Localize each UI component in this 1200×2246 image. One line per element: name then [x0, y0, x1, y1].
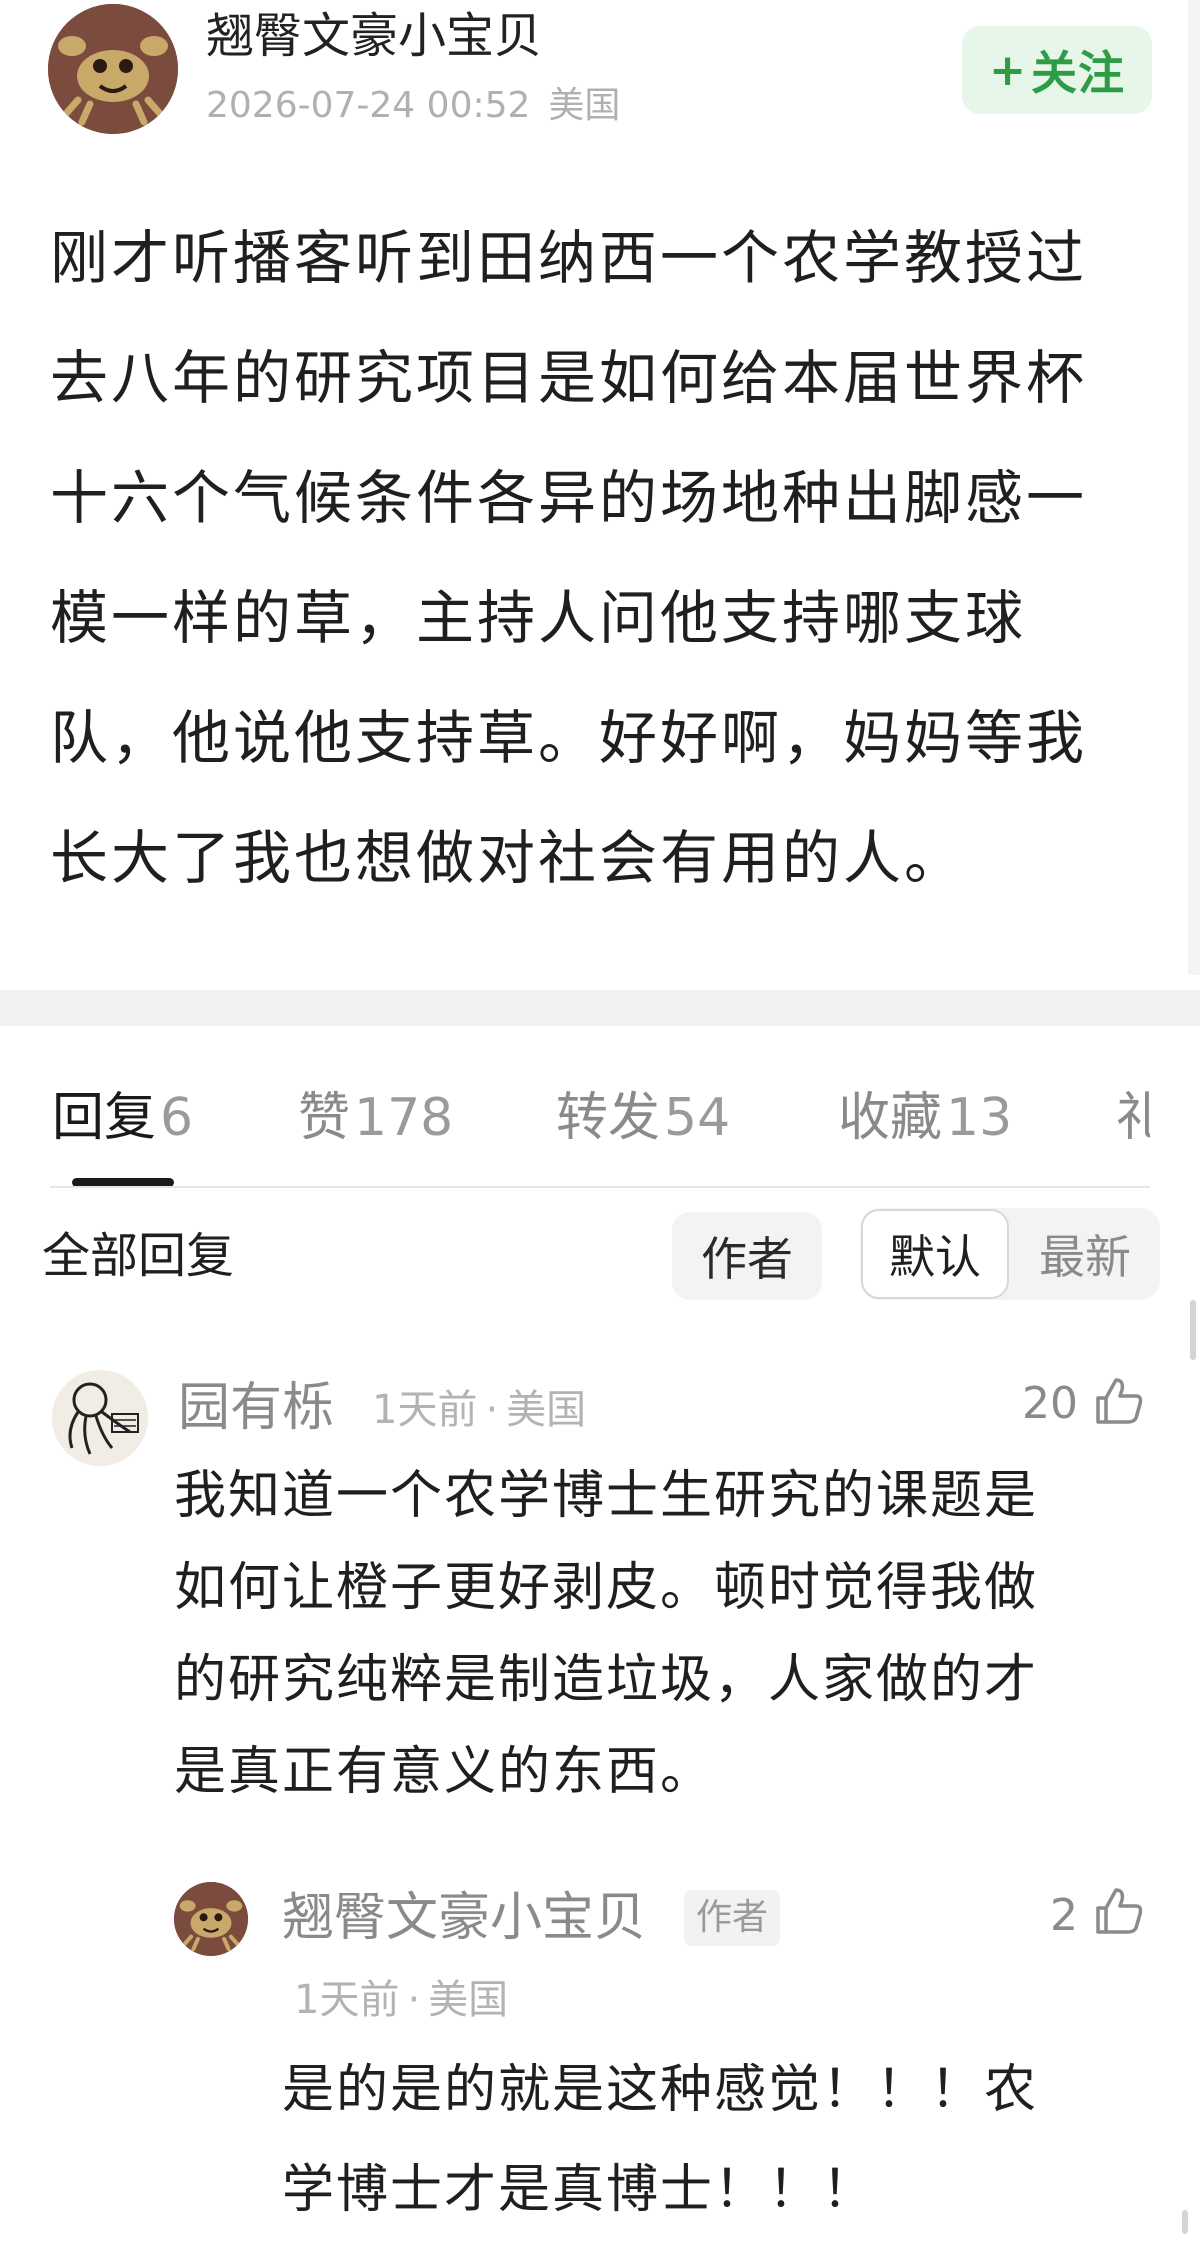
scrollbar-thumb[interactable] — [1190, 1300, 1196, 1360]
comment-like-icon[interactable] — [1092, 1374, 1146, 1428]
tab-favorites-count: 13 — [946, 1088, 1013, 1148]
right-edge-strip — [1188, 0, 1200, 975]
tab-gifts-label: 礼 — [1116, 1088, 1150, 1148]
comment-time: 1天前 — [372, 1387, 478, 1433]
reply-like-count: 2 — [1050, 1890, 1078, 1941]
tab-replies-count: 6 — [160, 1088, 194, 1148]
tab-reposts[interactable]: 转发54 — [556, 1082, 730, 1154]
tab-favorites[interactable]: 收藏13 — [838, 1082, 1012, 1154]
tab-reposts-count: 54 — [664, 1088, 731, 1148]
scrollbar-thumb-bottom[interactable] — [1182, 2210, 1188, 2234]
tab-reposts-label: 转发 — [556, 1088, 661, 1148]
reply-author-name[interactable]: 翘臀文豪小宝贝 — [282, 1884, 646, 1952]
octopus-avatar-icon — [52, 1370, 148, 1466]
sort-latest-button[interactable]: 最新 — [1010, 1209, 1160, 1299]
follow-button[interactable]: + 关注 — [962, 26, 1152, 114]
reply-location: 美国 — [428, 1977, 509, 2023]
tab-likes[interactable]: 赞178 — [298, 1082, 453, 1154]
reply-meta: 1天前 · 美国 — [294, 1977, 509, 2023]
tabs-divider — [50, 1186, 1150, 1188]
post-meta: 2026-07-24 00:52 美国 — [206, 82, 620, 130]
comment-location: 美国 — [506, 1387, 587, 1433]
comment-body-text: 我知道一个农学博士生研究的课题是 如何让橙子更好剥皮。顿时觉得我做 的研究纯粹是… — [174, 1466, 1039, 1802]
reply-like-icon[interactable] — [1092, 1884, 1146, 1938]
sort-default-button[interactable]: 默认 — [861, 1209, 1009, 1299]
follow-label: 关注 — [1030, 46, 1125, 100]
tab-replies[interactable]: 回复6 — [52, 1082, 193, 1154]
commenter-avatar[interactable] — [52, 1370, 148, 1466]
section-divider — [0, 990, 1200, 1026]
comment-meta: 1天前 · 美国 — [372, 1387, 587, 1433]
reply-body-text: 是的是的就是这种感觉！！！农 学博士才是真博士！！！ — [282, 2060, 1039, 2220]
reply-author-avatar[interactable] — [174, 1882, 248, 1956]
tab-likes-count: 178 — [354, 1088, 454, 1148]
filter-author-button[interactable]: 作者 — [672, 1212, 822, 1300]
crab-avatar-icon — [48, 4, 178, 134]
tab-likes-label: 赞 — [298, 1088, 351, 1148]
comment-like-count: 20 — [1022, 1378, 1078, 1429]
post-author-avatar[interactable] — [48, 4, 178, 134]
plus-icon: + — [989, 44, 1027, 96]
author-badge: 作者 — [684, 1890, 781, 1946]
all-replies-heading: 全部回复 — [42, 1228, 235, 1284]
tab-replies-label: 回复 — [52, 1088, 157, 1148]
commenter-name[interactable]: 园有栎 — [178, 1374, 334, 1442]
post-author-name[interactable]: 翘臀文豪小宝贝 — [206, 4, 542, 68]
reply-time: 1天前 — [294, 1977, 400, 2023]
tab-gifts[interactable]: 礼 — [1116, 1082, 1150, 1154]
tab-favorites-label: 收藏 — [838, 1088, 943, 1148]
post-body-text: 刚才听播客听到田纳西一个农学教授过 去八年的研究项目是如何给本届世界杯 十六个气… — [50, 224, 1088, 892]
post-datetime: 2026-07-24 00:52 — [206, 85, 531, 126]
crab-avatar-icon — [174, 1882, 248, 1956]
post-location: 美国 — [548, 85, 621, 126]
